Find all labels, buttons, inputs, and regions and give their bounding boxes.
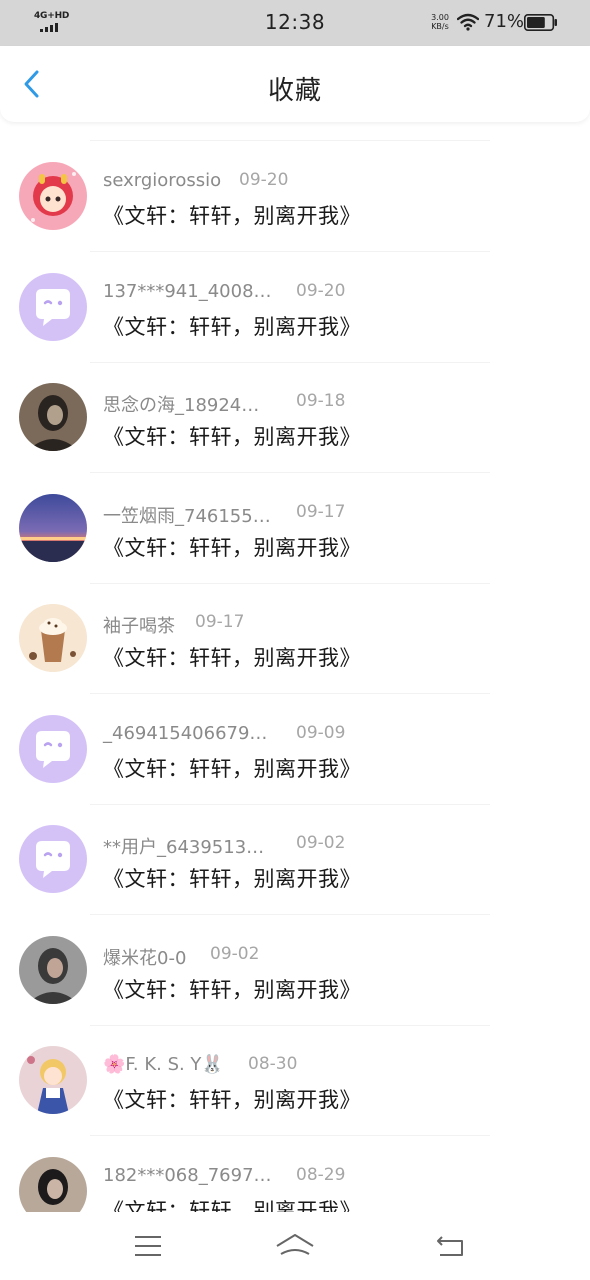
item-meta: _469415406679… 09-09 (103, 722, 345, 747)
divider (90, 140, 490, 141)
date: 09-09 (296, 722, 346, 743)
item-title: 《文轩：轩轩，别离开我》 (103, 314, 361, 339)
menu-button[interactable] (128, 1230, 168, 1262)
home-icon (276, 1234, 314, 1255)
list-item[interactable]: 一笠烟雨_746155… 09-17 《文轩：轩轩，别离开我》 (0, 474, 590, 584)
avatar[interactable] (19, 604, 87, 672)
username: 一笠烟雨_746155… (103, 505, 271, 527)
item-meta: 182***068_7697… 08-29 (103, 1164, 345, 1189)
username: sexrgiorossio (103, 170, 222, 191)
username: 爆米花0-0 (103, 947, 187, 969)
status-bar: 4G+HD 12:38 3.00 KB/s 71% (0, 0, 590, 46)
username: 袖子喝茶 (103, 616, 175, 637)
username: _469415406679… (103, 722, 268, 744)
item-meta: sexrgiorossio 09-20 (103, 170, 288, 194)
date: 08-30 (248, 1054, 298, 1074)
page-title: 收藏 (267, 76, 322, 106)
avatar[interactable] (19, 714, 87, 783)
item-title: 《文轩：轩轩，别离开我》 (103, 535, 361, 560)
date: 09-18 (296, 391, 346, 411)
network-speed-value: 3.00 (431, 13, 449, 22)
username: 137***941_4008… (103, 280, 272, 302)
list-item[interactable]: 爆米花0-0 09-02 《文轩：轩轩，别离开我》 (0, 916, 590, 1026)
item-meta: 一笠烟雨_746155… 09-17 (103, 502, 345, 527)
avatar[interactable] (19, 383, 87, 451)
item-title: 《文轩：轩轩，别离开我》 (103, 867, 361, 891)
list-item[interactable]: sexrgiorossio 09-20 《文轩：轩轩，别离开我》 (0, 142, 590, 252)
home-button[interactable] (275, 1230, 315, 1262)
item-title: 《文轩：轩轩，别离开我》 (103, 977, 361, 1002)
menu-icon (135, 1236, 161, 1256)
avatar[interactable] (19, 272, 87, 341)
battery-icon (524, 14, 558, 31)
item-meta: 思念の海_18924… 09-18 (103, 391, 345, 416)
username: 182***068_7697… (103, 1164, 272, 1186)
username: 思念の海_18924… (103, 395, 260, 416)
network-speed-unit: KB/s (431, 22, 449, 31)
date: 09-17 (195, 612, 245, 632)
item-meta: 袖子喝茶 09-17 (103, 612, 244, 637)
date: 09-02 (210, 943, 260, 964)
avatar[interactable] (19, 1156, 87, 1212)
list-item[interactable]: **用户_6439513… 09-02 《文轩：轩轩，别离开我》 (0, 805, 590, 915)
date: 08-29 (296, 1164, 346, 1185)
item-meta: **用户_6439513… 09-02 (103, 833, 345, 858)
wifi-icon (456, 13, 480, 31)
item-meta: 🌸F. K. S. Y🐰 08-30 (103, 1054, 297, 1078)
list-item[interactable]: 袖子喝茶 09-17 《文轩：轩轩，别离开我》 (0, 584, 590, 694)
avatar[interactable] (19, 162, 87, 230)
battery-percent: 71% (484, 11, 525, 32)
item-title: 《文轩：轩轩，别离开我》 (103, 646, 361, 670)
date: 09-20 (296, 280, 346, 301)
screen: 4G+HD 12:38 3.00 KB/s 71% 收藏 sexrgioross… (0, 0, 590, 1280)
avatar[interactable] (19, 935, 87, 1004)
network-speed: 3.00 KB/s (428, 13, 452, 31)
favorites-list: sexrgiorossio 09-20 《文轩：轩轩，别离开我》 137***941_… (0, 140, 590, 1212)
back-nav-button[interactable] (430, 1230, 470, 1262)
username: 🌸F. K. S. Y🐰 (103, 1054, 224, 1075)
navigation-bar (0, 1212, 590, 1280)
avatar[interactable] (19, 493, 87, 562)
avatar[interactable] (19, 1046, 87, 1114)
header: 收藏 (0, 46, 590, 122)
item-meta: 137***941_4008… 09-20 (103, 280, 345, 305)
avatar[interactable] (19, 825, 87, 893)
list-item[interactable]: _469415406679… 09-09 《文轩：轩轩，别离开我》 (0, 695, 590, 805)
back-icon (437, 1236, 463, 1256)
list-item[interactable]: 137***941_4008… 09-20 《文轩：轩轩，别离开我》 (0, 253, 590, 363)
list-item[interactable]: 思念の海_18924… 09-18 《文轩：轩轩，别离开我》 (0, 363, 590, 473)
item-title: 《文轩：轩轩，别离开我》 (103, 1198, 361, 1213)
date: 09-02 (296, 833, 346, 853)
item-title: 《文轩：轩轩，别离开我》 (103, 425, 361, 449)
username: **用户_6439513… (103, 837, 265, 858)
item-title: 《文轩：轩轩，别离开我》 (103, 1088, 361, 1112)
list-item[interactable]: 182***068_7697… 08-29 《文轩：轩轩，别离开我》 (0, 1137, 590, 1213)
item-title: 《文轩：轩轩，别离开我》 (103, 756, 361, 781)
item-title: 《文轩：轩轩，别离开我》 (103, 204, 361, 228)
date: 09-20 (239, 170, 289, 190)
date: 09-17 (296, 501, 346, 522)
list-item[interactable]: 🌸F. K. S. Y🐰 08-30 《文轩：轩轩，别离开我》 (0, 1026, 590, 1136)
item-meta: 爆米花0-0 09-02 (103, 944, 259, 969)
